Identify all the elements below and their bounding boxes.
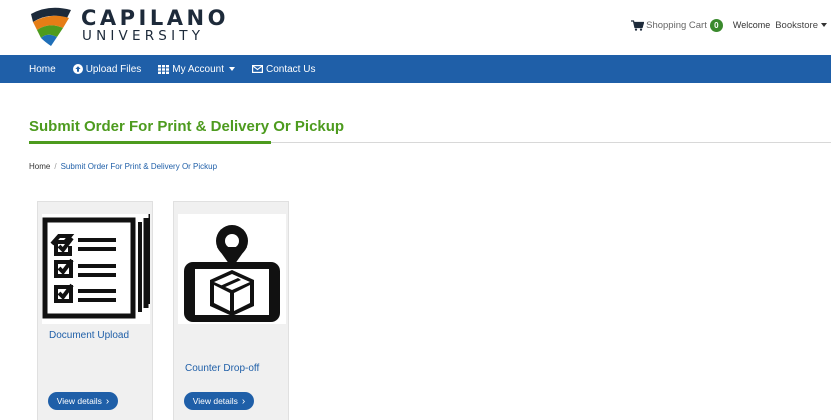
- view-details-button[interactable]: View details ›: [48, 392, 118, 410]
- nav-item-label: Upload Files: [85, 63, 142, 75]
- card-image[interactable]: [42, 214, 152, 324]
- main-nav: Home Upload Files My Account Contact Us: [0, 55, 831, 83]
- phone-location-package-icon: [184, 225, 280, 322]
- card-title[interactable]: Counter Drop-off: [185, 362, 290, 375]
- envelope-icon: [251, 65, 263, 73]
- nav-item-label: Contact Us: [265, 63, 316, 75]
- brand-name-line2: UNIVERSITY: [82, 28, 205, 44]
- welcome-label: Welcome: [732, 20, 771, 30]
- grid-icon: [158, 64, 170, 74]
- chevron-down-icon[interactable]: [821, 23, 827, 27]
- chevron-down-icon: [228, 67, 235, 71]
- breadcrumb-separator: /: [54, 162, 57, 171]
- brand-name-line1: CAPILANO: [81, 6, 229, 30]
- breadcrumb-home-link[interactable]: Home: [29, 162, 50, 171]
- nav-item-home[interactable]: Home: [29, 64, 56, 75]
- button-label: View details: [56, 396, 102, 406]
- card-title[interactable]: Document Upload: [49, 329, 139, 342]
- nav-item-label: Home: [29, 63, 56, 75]
- title-accent-bar: [29, 141, 271, 144]
- product-card-document-upload[interactable]: Document Upload View details ›: [37, 201, 153, 420]
- shopping-cart-link[interactable]: Shopping Cart: [646, 20, 707, 31]
- upload-circle-icon: [72, 64, 83, 74]
- header-utilities: Shopping Cart 0 Welcome Bookstore: [631, 17, 827, 33]
- capilano-emblem-icon: [31, 7, 71, 46]
- cart-count-badge: 0: [709, 18, 723, 32]
- top-header: CAPILANO UNIVERSITY Shopping Cart 0 Welc…: [0, 0, 831, 50]
- capilano-logo[interactable]: CAPILANO UNIVERSITY: [29, 4, 225, 48]
- product-card-counter-drop-off[interactable]: Counter Drop-off View details ›: [173, 201, 289, 420]
- chevron-right-icon: ›: [241, 395, 246, 407]
- nav-item-label: My Account: [172, 63, 224, 75]
- card-image[interactable]: [178, 214, 286, 324]
- breadcrumb: Home / Submit Order For Print & Delivery O…: [29, 162, 217, 171]
- user-menu-toggle[interactable]: Bookstore: [775, 20, 818, 31]
- button-label: View details: [192, 396, 238, 406]
- shopping-cart-icon[interactable]: [631, 19, 645, 31]
- nav-item-my-account[interactable]: My Account: [158, 64, 235, 75]
- checklist-document-icon: [42, 214, 152, 319]
- breadcrumb-current: Submit Order For Print & Delivery Or Pic…: [60, 162, 218, 171]
- nav-item-contact-us[interactable]: Contact Us: [251, 63, 316, 75]
- page-title: Submit Order For Print & Delivery Or Pic…: [29, 118, 345, 135]
- view-details-button[interactable]: View details ›: [184, 392, 254, 410]
- chevron-right-icon: ›: [105, 395, 110, 407]
- nav-item-upload-files[interactable]: Upload Files: [72, 63, 142, 75]
